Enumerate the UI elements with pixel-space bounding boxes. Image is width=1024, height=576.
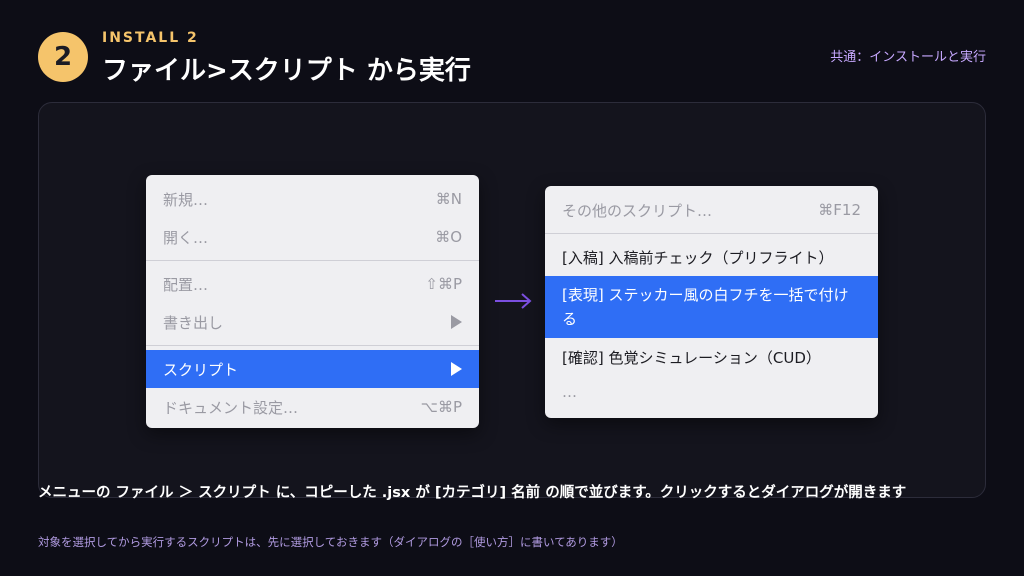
menu-item-export[interactable]: 書き出し (146, 303, 479, 341)
submenu-arrow-icon (451, 315, 462, 329)
menu-item-scripts[interactable]: スクリプト (146, 350, 479, 388)
menu-item-more: … (545, 376, 878, 408)
menu-item-label: 書き出し (163, 313, 224, 332)
menu-item-shortcut: ⌘O (435, 228, 462, 246)
arrow-right-icon (495, 293, 532, 309)
menu-item-label: スクリプト (163, 360, 239, 379)
submenu-arrow-icon (451, 362, 462, 376)
menu-separator (146, 260, 479, 261)
menu-item-script-preflight[interactable]: [入稿] 入稿前チェック（プリフライト） (545, 238, 878, 276)
caption: メニューの ファイル ＞ スクリプト に、コピーした .jsx が [カテゴリ]… (38, 485, 907, 501)
section-label: 共通：インストールと実行 (830, 50, 986, 65)
menu-item-script-color-vision[interactable]: [確認] 色覚シミュレーション（CUD） (545, 338, 878, 376)
menu-item-label: … (562, 383, 577, 401)
menu-item-label: [入稿] 入稿前チェック（プリフライト） (562, 248, 834, 267)
step-number-badge: 2 (38, 32, 88, 82)
menu-item-label: 開く… (163, 228, 209, 247)
menu-item-label: 新規… (163, 190, 209, 209)
menu-separator (545, 233, 878, 234)
menu-item-shortcut: ⇧⌘P (425, 275, 462, 293)
script-submenu: その他のスクリプト… ⌘F12 [入稿] 入稿前チェック（プリフライト） [表現… (545, 186, 878, 418)
menu-item-script-sticker-outline[interactable]: [表現] ステッカー風の白フチを一括で付ける (545, 276, 878, 338)
menu-item-label: ドキュメント設定… (163, 398, 299, 417)
file-menu: 新規… ⌘N 開く… ⌘O 配置… ⇧⌘P 書き出し スクリプト ドキュメント設… (146, 175, 479, 428)
menu-item-shortcut: ⌘N (435, 190, 462, 208)
subcaption: 対象を選択してから実行するスクリプトは、先に選択しておきます（ダイアログの［使い… (38, 535, 623, 549)
menu-item-label: 配置… (163, 275, 209, 294)
page-title: ファイル>スクリプト から実行 (102, 56, 471, 86)
menu-item-shortcut: ⌘F12 (818, 201, 861, 219)
menu-item-place[interactable]: 配置… ⇧⌘P (146, 265, 479, 303)
menu-item-new[interactable]: 新規… ⌘N (146, 180, 479, 218)
menu-item-label: [確認] 色覚シミュレーション（CUD） (562, 348, 821, 367)
menu-item-other-scripts[interactable]: その他のスクリプト… ⌘F12 (545, 191, 878, 229)
menu-item-label: その他のスクリプト… (562, 201, 713, 220)
menu-item-open[interactable]: 開く… ⌘O (146, 218, 479, 256)
menu-item-document-setup[interactable]: ドキュメント設定… ⌥⌘P (146, 388, 479, 426)
menu-separator (146, 345, 479, 346)
menu-item-label: [表現] ステッカー風の白フチを一括で付ける (562, 286, 849, 328)
menu-item-shortcut: ⌥⌘P (420, 398, 462, 416)
step-kicker: INSTALL 2 (102, 30, 199, 46)
